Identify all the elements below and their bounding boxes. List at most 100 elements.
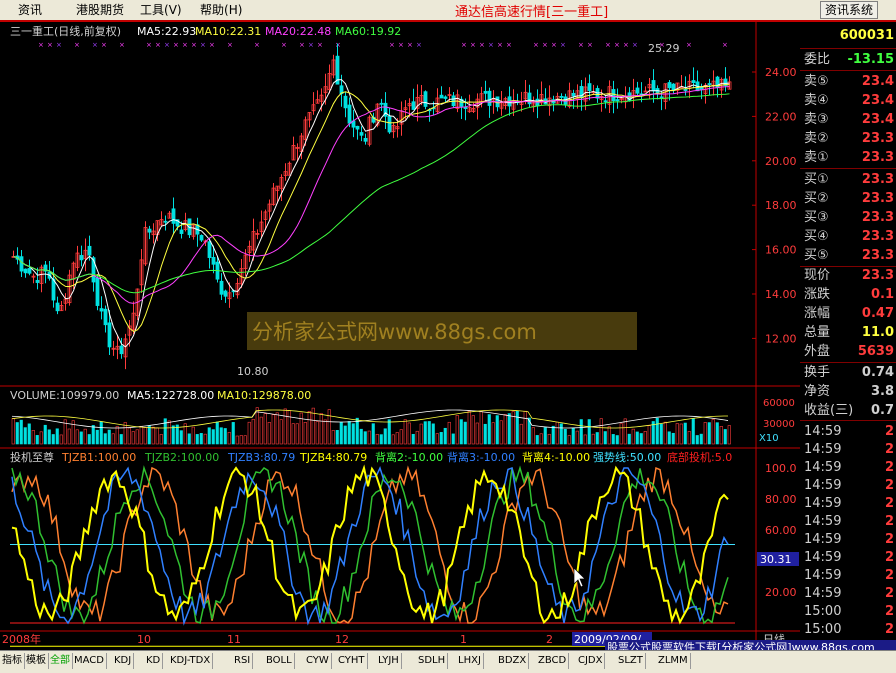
volume-bar [336, 430, 339, 444]
volume-bar [596, 432, 599, 444]
volume-bar [560, 424, 563, 444]
volume-bar [108, 430, 111, 444]
signal-mark: × [560, 41, 566, 49]
volume-bar [340, 422, 343, 444]
indicator-tab-bar: 指标 模板 全部 MACD KDJ KD KDJ-TDX RSI BOLL CYW CYHT LYJH… [0, 650, 896, 673]
time-label-1: 1 [460, 633, 467, 646]
volume-bar [612, 434, 615, 444]
tab-zlmm[interactable]: ZLMM [656, 653, 691, 669]
tab-指标[interactable]: 指标 [0, 653, 25, 669]
ma10-label: MA10:22.31 [195, 25, 261, 38]
volume-bar [580, 420, 583, 444]
volume-bar [424, 422, 427, 444]
volume-bar [232, 422, 235, 444]
tab-模板[interactable]: 模板 [24, 653, 49, 669]
tick-row: 15:00 2 [800, 620, 896, 639]
candle-body [28, 268, 31, 273]
tab-kdj-tdx[interactable]: KDJ-TDX [168, 653, 213, 669]
stats-row: 涨跌 0.1 [800, 285, 896, 304]
signal-mark: × [191, 41, 197, 49]
menu-help[interactable]: 帮助(H) [200, 1, 242, 18]
tab-macd[interactable]: MACD [72, 653, 107, 669]
volume-bar [48, 430, 51, 444]
stats-row: 外盘 5639 [800, 342, 896, 361]
tab-boll[interactable]: BOLL [264, 653, 295, 669]
tab-sdlh[interactable]: SDLH [416, 653, 448, 669]
candle-body [660, 97, 663, 98]
volume-multiplier: X10 [759, 433, 779, 444]
volume-bar [488, 415, 491, 444]
signal-mark: × [200, 41, 206, 49]
tab-slzt[interactable]: SLZT [616, 653, 646, 669]
candle-body [100, 309, 103, 311]
indicator-legend-item: TJZB1:100.00 [61, 451, 136, 464]
tab-kd[interactable]: KD [144, 653, 163, 669]
signal-mark: × [119, 41, 125, 49]
candle-body [440, 95, 443, 98]
candle-body [412, 102, 415, 110]
candle-body [708, 84, 711, 85]
signal-mark: × [542, 41, 548, 49]
menu-tools[interactable]: 工具(V) [140, 1, 182, 18]
asks-row: 卖④ 23.4 [800, 91, 896, 110]
bids-row: 买③ 23.3 [800, 208, 896, 227]
bids-row: 买④ 23.3 [800, 227, 896, 246]
volume-bar [656, 418, 659, 444]
stats2-row: 净资 3.8 [800, 382, 896, 401]
menu-hk-futures[interactable]: 港股期货 [76, 1, 124, 18]
candle-body [36, 280, 39, 282]
tab-bdzx[interactable]: BDZX [496, 653, 529, 669]
kline-chart[interactable]: 三一重工(日线,前复权) MA5:22.93 MA10:22.31 MA20:2… [0, 22, 800, 650]
volume-bar [200, 433, 203, 444]
volume-bar [440, 432, 443, 444]
volume-bar [92, 425, 95, 444]
candle-body [200, 235, 203, 240]
tab-rsi[interactable]: RSI [232, 653, 253, 669]
candle-body [348, 105, 351, 123]
candle-body [380, 103, 383, 104]
volume-bar [196, 434, 199, 444]
time-label-12: 12 [335, 633, 349, 646]
quote-panel: 600031 委比 -13.15 卖⑤ 23.4 卖④ 23.4 卖③ 23.4 卖② 23.… [800, 22, 896, 650]
tab-cyht[interactable]: CYHT [336, 653, 368, 669]
tick-row: 14:59 2 [800, 584, 896, 603]
volume-bar [364, 432, 367, 444]
volume-bar [604, 432, 607, 444]
candle-body [652, 80, 655, 90]
price-tick: 22.00 [765, 110, 797, 123]
volume-bar [432, 424, 435, 444]
menu-info[interactable]: 资讯 [18, 1, 42, 18]
candle-body [56, 303, 59, 311]
price-tick: 24.00 [765, 66, 797, 79]
stats2-row: 换手 0.74 [800, 363, 896, 382]
volume-bar [348, 421, 351, 444]
signal-mark: × [461, 41, 467, 49]
weibi-row: 委比 -13.15 [800, 50, 896, 69]
candle-body [388, 116, 391, 132]
volume-bar [188, 434, 191, 444]
candle-body [616, 100, 619, 101]
signal-mark: × [227, 41, 233, 49]
tab-cyw[interactable]: CYW [304, 653, 332, 669]
tab-全部[interactable]: 全部 [48, 653, 73, 669]
candle-body [604, 101, 607, 102]
ma20-label: MA20:22.48 [265, 25, 331, 38]
candle-body [572, 93, 575, 96]
volume-bar [360, 429, 363, 444]
signal-mark: × [623, 41, 629, 49]
tab-lhxj[interactable]: LHXJ [456, 653, 484, 669]
volume-bar [380, 435, 383, 444]
price-tick: 20.00 [765, 155, 797, 168]
candle-body [444, 97, 447, 99]
tab-zbcd[interactable]: ZBCD [536, 653, 569, 669]
tab-cjdx[interactable]: CJDX [576, 653, 605, 669]
indicator-legend: TJZB1:100.00 TJZB2:100.00 TJZB3:80.79 TJZB4… [61, 450, 732, 464]
candle-body [212, 257, 215, 264]
signal-mark: × [551, 41, 557, 49]
tab-kdj[interactable]: KDJ [112, 653, 134, 669]
stats-row: 现价 23.3 [800, 266, 896, 285]
tab-lyjh[interactable]: LYJH [376, 653, 402, 669]
chart-area[interactable]: 三一重工(日线,前复权) MA5:22.93 MA10:22.31 MA20:2… [0, 22, 801, 650]
volume-bar [180, 431, 183, 444]
info-system-button[interactable]: 资讯系统 [820, 1, 878, 19]
